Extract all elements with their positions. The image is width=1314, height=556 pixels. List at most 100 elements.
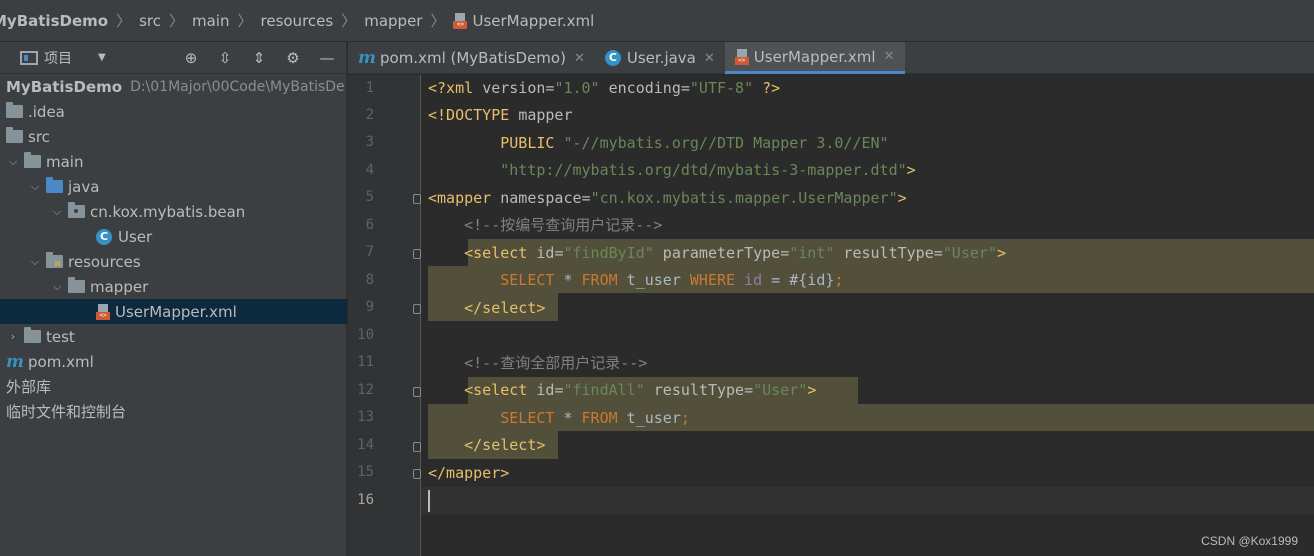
code-line-14: </select>: [421, 432, 1314, 459]
line-number: 8: [365, 272, 374, 288]
code-token: parameterType: [653, 244, 781, 262]
tree-item-mapper[interactable]: ⌵ mapper: [0, 274, 347, 299]
project-panel-title[interactable]: 项目: [44, 48, 72, 68]
code-token: "User": [942, 244, 997, 262]
project-panel: 项目 ▼ ⊕ ⇳ ⇕ ⚙ — MyBatisDemo D:\01Major\00…: [0, 42, 347, 556]
close-icon[interactable]: ✕: [884, 49, 895, 64]
code-token: "int": [789, 244, 835, 262]
chevron-down-icon[interactable]: ⌵: [28, 180, 42, 194]
breadcrumb-item-main[interactable]: main: [192, 12, 229, 30]
tree-item-java[interactable]: ⌵ java: [0, 174, 347, 199]
code-line-2: <!DOCTYPE mapper: [421, 102, 1314, 129]
tree-item-label: 临时文件和控制台: [6, 403, 127, 421]
project-path: D:\01Major\00Code\MyBatisDe: [130, 78, 345, 95]
code-token: =: [780, 244, 790, 262]
tree-item-label: resources: [68, 252, 141, 271]
line-number: 2: [365, 107, 374, 123]
code-line-8: SELECT * FROM t_user WHERE id = #{id};: [421, 267, 1314, 294]
maven-icon: m: [6, 351, 24, 372]
tree-item-label: UserMapper.xml: [115, 302, 237, 321]
code-token: >: [996, 244, 1006, 262]
tree-item-test[interactable]: › test: [0, 324, 347, 349]
tree-item-label: 外部库: [6, 378, 52, 396]
tree-item-label: main: [46, 152, 84, 171]
chevron-right-icon: 〉: [168, 12, 184, 30]
code-token: </mapper>: [428, 464, 510, 482]
fold-marker-icon[interactable]: [413, 304, 421, 314]
breadcrumb-file[interactable]: UserMapper.xml: [472, 12, 594, 30]
code-token: = #{id}: [762, 271, 835, 289]
chevron-down-icon[interactable]: ⌵: [6, 155, 20, 169]
tab-user-java[interactable]: C User.java ✕: [595, 42, 725, 74]
fold-marker-icon[interactable]: [413, 442, 421, 452]
code-line-7: <select id="findById" parameterType="int…: [421, 240, 1314, 267]
tree-item-idea[interactable]: .idea: [0, 99, 347, 124]
line-number: 7: [365, 244, 374, 260]
breadcrumb-item-mapper[interactable]: mapper: [364, 12, 422, 30]
close-icon[interactable]: ✕: [574, 51, 585, 66]
tab-pom-xml[interactable]: m pom.xml (MyBatisDemo) ✕: [348, 42, 595, 74]
folder-icon: [68, 277, 85, 293]
tab-label: User.java: [626, 49, 696, 67]
tree-item-scratches[interactable]: 临时文件和控制台: [0, 399, 347, 424]
code-token: "1.0": [554, 79, 600, 97]
minimize-icon[interactable]: —: [316, 49, 338, 67]
code-token: <select: [428, 381, 537, 399]
code-token: =: [933, 244, 943, 262]
fold-marker-icon[interactable]: [413, 249, 421, 259]
close-icon[interactable]: ✕: [704, 51, 715, 66]
tree-item-user-class[interactable]: C User: [0, 224, 347, 249]
tree-item-label: User: [118, 227, 153, 246]
code-token: "findById": [563, 244, 654, 262]
folder-icon: [24, 152, 41, 168]
fold-marker-icon[interactable]: [413, 387, 421, 397]
project-tree: MyBatisDemo D:\01Major\00Code\MyBatisDe …: [0, 74, 347, 424]
chevron-right-icon: 〉: [430, 12, 446, 30]
breadcrumb-item-resources[interactable]: resources: [261, 12, 334, 30]
code-line-6: <!--按编号查询用户记录-->: [421, 212, 1314, 239]
expand-all-icon[interactable]: ⇳: [214, 49, 236, 67]
breadcrumb-item-src[interactable]: src: [139, 12, 161, 30]
locate-icon[interactable]: ⊕: [180, 49, 202, 67]
code-token: SELECT: [500, 271, 555, 289]
code-token: </select>: [428, 436, 546, 454]
tree-item-src[interactable]: src: [0, 124, 347, 149]
code-editor[interactable]: <?xml version="1.0" encoding="UTF-8" ?> …: [421, 75, 1314, 556]
chevron-right-icon[interactable]: ›: [6, 330, 20, 343]
folder-icon: [6, 102, 23, 118]
breadcrumb: MyBatisDemo 〉 src 〉 main 〉 resources 〉 m…: [0, 0, 1314, 42]
tree-item-usermapper-xml[interactable]: <> UserMapper.xml: [0, 299, 347, 324]
collapse-all-icon[interactable]: ⇕: [248, 49, 270, 67]
tree-item-external-libraries[interactable]: 外部库: [0, 374, 347, 399]
gear-icon[interactable]: ⚙: [282, 49, 304, 67]
chevron-down-icon[interactable]: ⌵: [50, 280, 64, 294]
code-line-12: <select id="findAll" resultType="User">: [421, 377, 1314, 404]
code-token: resultType: [644, 381, 745, 399]
fold-marker-icon[interactable]: [413, 469, 421, 479]
tree-item-label: mapper: [90, 277, 149, 296]
chevron-down-icon[interactable]: ⌵: [28, 255, 42, 269]
tree-item-project[interactable]: MyBatisDemo D:\01Major\00Code\MyBatisDe: [0, 74, 347, 99]
xml-file-icon: <>: [96, 303, 110, 320]
fold-marker-icon[interactable]: [413, 194, 421, 204]
chevron-down-icon[interactable]: ⌵: [50, 205, 64, 219]
code-token: *: [554, 409, 582, 427]
tree-item-resources[interactable]: ⌵ resources: [0, 249, 347, 274]
chevron-down-icon[interactable]: ▼: [98, 52, 106, 63]
breadcrumb-project[interactable]: MyBatisDemo: [0, 12, 108, 30]
source-folder-icon: [46, 177, 63, 193]
code-token: PUBLIC: [428, 134, 564, 152]
tree-item-main[interactable]: ⌵ main: [0, 149, 347, 174]
code-token: resultType: [834, 244, 934, 262]
tab-usermapper-xml[interactable]: <> UserMapper.xml ✕: [724, 42, 905, 74]
tree-item-pom-xml[interactable]: m pom.xml: [0, 349, 347, 374]
tab-label: pom.xml (MyBatisDemo): [380, 49, 566, 67]
code-token: SELECT: [500, 409, 555, 427]
xml-file-icon: <>: [453, 12, 468, 29]
tree-item-package[interactable]: ⌵ cn.kox.mybatis.bean: [0, 199, 347, 224]
code-token: "UTF-8": [689, 79, 754, 97]
code-token: id: [536, 381, 555, 399]
line-number: 1: [365, 80, 374, 96]
line-number: 5: [365, 189, 374, 205]
